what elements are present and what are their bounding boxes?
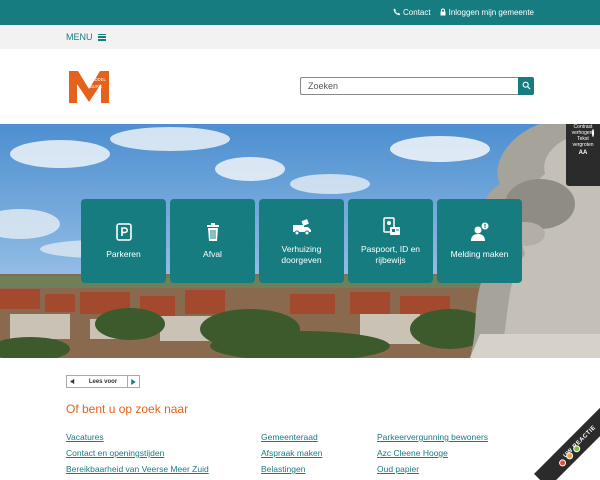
parking-icon bbox=[113, 221, 135, 243]
tile-paspoort[interactable]: Paspoort, ID en rijbewijs bbox=[348, 199, 433, 283]
logo-word-1: MIDDEL bbox=[90, 77, 106, 82]
section-heading: Of bent u op zoek naar bbox=[66, 402, 189, 416]
search-icon bbox=[522, 77, 531, 95]
tile-label: Verhuizing doorgeven bbox=[281, 243, 322, 265]
feedback-ribbon[interactable]: UW REACTIE bbox=[534, 396, 600, 480]
search-bar bbox=[300, 77, 534, 95]
link-belastingen[interactable]: Belastingen bbox=[261, 464, 322, 475]
report-person-icon bbox=[469, 221, 491, 243]
link-afspraak[interactable]: Afspraak maken bbox=[261, 448, 322, 459]
menu-label: MENU bbox=[66, 32, 93, 42]
search-input[interactable] bbox=[300, 77, 518, 95]
tile-parkeren[interactable]: Parkeren bbox=[81, 199, 166, 283]
link-bereikbaarheid[interactable]: Bereikbaarheid van Veerse Meer Zuid bbox=[66, 464, 209, 475]
menu-bar: MENU bbox=[0, 25, 600, 49]
read-aloud-label: Lees voor bbox=[88, 378, 118, 385]
link-parkeervergunning[interactable]: Parkeervergunning bewoners bbox=[377, 432, 488, 443]
tile-label: Afval bbox=[203, 249, 222, 260]
text-size-icon: AA bbox=[578, 150, 588, 156]
tile-afval[interactable]: Afval bbox=[170, 199, 255, 283]
links-column-2: Gemeenteraad Afspraak maken Belastingen bbox=[261, 432, 322, 475]
trash-icon bbox=[202, 221, 224, 243]
site-logo[interactable]: MIDDEL BURG bbox=[69, 71, 109, 103]
tile-label: Melding maken bbox=[450, 249, 509, 260]
contact-link[interactable]: Contact bbox=[393, 8, 431, 18]
tile-melding[interactable]: Melding maken bbox=[437, 199, 522, 283]
search-button[interactable] bbox=[518, 77, 534, 95]
quick-tiles: Parkeren Afval Verhuizing doorgeven Pasp… bbox=[81, 199, 522, 283]
top-bar: Contact Inloggen mijn gemeente bbox=[0, 0, 600, 25]
text-size-toggle[interactable]: Tekst vergroten AA bbox=[566, 136, 600, 157]
tile-label: Parkeren bbox=[106, 249, 141, 260]
menu-button[interactable]: MENU bbox=[66, 25, 106, 49]
links-column-1: Vacatures Contact en openingstijden Bere… bbox=[66, 432, 209, 475]
contrast-label: Contrast verhogen bbox=[571, 124, 593, 136]
link-contact[interactable]: Contact en openingstijden bbox=[66, 448, 209, 459]
contrast-icon bbox=[592, 129, 595, 137]
speaker-icon bbox=[67, 376, 79, 387]
link-azc[interactable]: Azc Cleene Hooge bbox=[377, 448, 488, 459]
top-links: Contact Inloggen mijn gemeente bbox=[393, 0, 534, 25]
hamburger-icon bbox=[97, 33, 106, 41]
link-vacatures[interactable]: Vacatures bbox=[66, 432, 209, 443]
id-card-icon bbox=[380, 216, 402, 238]
text-size-label: Tekst vergroten bbox=[572, 136, 594, 148]
play-icon bbox=[127, 376, 139, 387]
logo-word-2: BURG bbox=[90, 84, 102, 89]
tile-verhuizing[interactable]: Verhuizing doorgeven bbox=[259, 199, 344, 283]
login-link[interactable]: Inloggen mijn gemeente bbox=[439, 8, 534, 18]
links-column-3: Parkeervergunning bewoners Azc Cleene Ho… bbox=[377, 432, 488, 475]
login-label: Inloggen mijn gemeente bbox=[448, 8, 534, 17]
phone-icon bbox=[393, 8, 401, 18]
link-oud-papier[interactable]: Oud papier bbox=[377, 464, 488, 475]
accessibility-widget: Contrast verhogen Tekst vergroten AA bbox=[566, 124, 600, 186]
link-gemeenteraad[interactable]: Gemeenteraad bbox=[261, 432, 322, 443]
read-aloud-button[interactable]: Lees voor bbox=[66, 375, 140, 388]
moving-truck-icon bbox=[291, 216, 313, 238]
contact-label: Contact bbox=[403, 8, 431, 17]
lock-icon bbox=[439, 8, 447, 18]
tile-label: Paspoort, ID en rijbewijs bbox=[360, 243, 421, 265]
contrast-toggle[interactable]: Contrast verhogen bbox=[566, 124, 600, 137]
